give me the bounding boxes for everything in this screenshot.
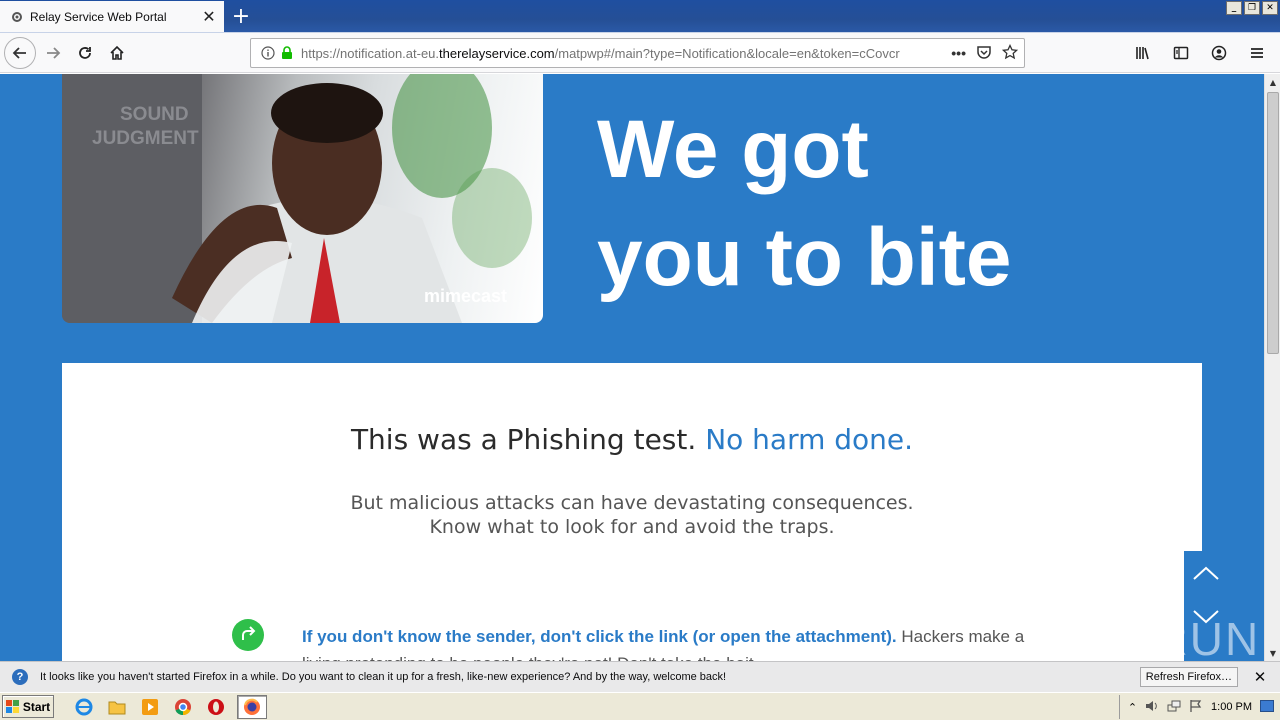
back-button[interactable]	[4, 37, 36, 69]
account-button[interactable]	[1204, 38, 1234, 68]
forward-arrow-tip-icon	[232, 619, 264, 651]
scrollbar-thumb[interactable]	[1267, 92, 1279, 354]
reload-button[interactable]	[70, 38, 100, 68]
refresh-firefox-button[interactable]: Refresh Firefox…	[1139, 667, 1238, 687]
anyrun-watermark: ANY RUN	[1040, 613, 1261, 661]
tray-expand-chevron-icon[interactable]: ⌃	[1128, 701, 1137, 714]
media-player-icon[interactable]	[138, 695, 162, 719]
hero-image-text: SOUND	[120, 104, 189, 125]
page-actions-ellipsis-icon[interactable]: •••	[951, 45, 966, 61]
bookmark-star-icon[interactable]	[1001, 43, 1019, 63]
subtitle-line-2: Know what to look for and avoid the trap…	[429, 516, 835, 538]
hero-image-text-2: JUDGMENT	[92, 128, 199, 149]
firefox-taskbar-button[interactable]	[237, 694, 267, 719]
window-controls: _ ❐ ✕	[1226, 1, 1278, 15]
opera-icon[interactable]	[204, 695, 228, 719]
system-tray: ⌃ 1:00 PM	[1118, 695, 1280, 719]
title-accent: No harm done.	[705, 423, 914, 456]
home-icon	[110, 45, 124, 60]
mimecast-logo: mimecast	[424, 286, 507, 306]
start-button[interactable]: Start	[2, 695, 54, 718]
back-arrow-icon	[12, 47, 26, 59]
firefox-icon	[244, 698, 260, 715]
start-label: Start	[22, 699, 51, 714]
restore-button[interactable]: ❐	[1244, 1, 1260, 15]
title-main: This was a Phishing test.	[350, 423, 697, 456]
page-viewport: SOUND JUDGMENT mimecast We got you to bi…	[0, 74, 1264, 661]
refresh-notification-bar: ? It looks like you haven't started Fire…	[0, 661, 1280, 692]
action-center-flag-icon[interactable]	[1189, 699, 1203, 716]
scrollbar-up-arrow-icon[interactable]: ▲	[1265, 74, 1280, 90]
window-close-button[interactable]: ✕	[1262, 1, 1278, 15]
subtitle-line-1: But malicious attacks can have devastati…	[350, 492, 914, 514]
tip-text: If you don't know the sender, don't clic…	[302, 623, 1032, 661]
tab-close-icon[interactable]: ✕	[198, 6, 220, 28]
page-title: This was a Phishing test. No harm done.	[62, 423, 1202, 456]
reload-icon	[79, 47, 91, 59]
page-subtitle: But malicious attacks can have devastati…	[62, 491, 1202, 539]
forward-button[interactable]	[38, 38, 68, 68]
ie-icon[interactable]	[72, 695, 96, 719]
info-icon[interactable]	[257, 46, 279, 60]
content-card: This was a Phishing test. No harm done. …	[62, 363, 1202, 661]
tab-strip: Relay Service Web Portal ✕ + _ ❐ ✕	[0, 0, 1280, 33]
sidebar-icon	[1173, 46, 1189, 60]
notification-close-icon[interactable]: ✕	[1250, 668, 1270, 686]
volume-icon[interactable]	[1145, 699, 1159, 716]
scroll-up-chevron-icon[interactable]	[1184, 551, 1228, 595]
hamburger-menu-icon	[1251, 48, 1263, 58]
scrollbar-down-arrow-icon[interactable]: ▼	[1265, 645, 1280, 661]
hero-headline: We got you to bite	[597, 96, 1012, 312]
network-icon[interactable]	[1167, 699, 1181, 716]
minimize-button[interactable]: _	[1226, 1, 1242, 15]
clock[interactable]: 1:00 PM	[1211, 701, 1252, 713]
tab-title: Relay Service Web Portal	[30, 10, 167, 24]
nav-toolbar: https://notification.at-eu.therelayservi…	[0, 33, 1280, 73]
quick-launch	[72, 694, 267, 719]
notification-message: It looks like you haven't started Firefo…	[40, 671, 727, 683]
windows-logo-icon	[5, 699, 19, 713]
url-text[interactable]: https://notification.at-eu.therelayservi…	[301, 46, 951, 61]
secure-lock-icon[interactable]	[279, 46, 295, 60]
headline-line-1: We got	[597, 104, 869, 195]
headline-line-2: you to bite	[597, 212, 1012, 303]
vertical-scrollbar[interactable]: ▲ ▼	[1264, 74, 1280, 661]
home-button[interactable]	[102, 38, 132, 68]
new-tab-plus-icon[interactable]: +	[228, 4, 254, 29]
chrome-icon[interactable]	[171, 695, 195, 719]
hero-photo: SOUND JUDGMENT mimecast	[62, 74, 543, 323]
tip-strong: If you don't know the sender, don't clic…	[302, 627, 897, 646]
pocket-icon[interactable]	[976, 44, 992, 63]
tab-relay-service[interactable]: Relay Service Web Portal ✕	[0, 1, 224, 33]
windows-taskbar: Start ⌃ 1:00 PM	[0, 692, 1280, 720]
menu-button[interactable]	[1242, 38, 1272, 68]
gear-favicon-icon	[10, 10, 24, 24]
library-icon	[1136, 47, 1149, 60]
sidebar-button[interactable]	[1166, 38, 1196, 68]
address-bar[interactable]: https://notification.at-eu.therelayservi…	[250, 38, 1025, 68]
show-desktop-icon[interactable]	[1260, 699, 1274, 715]
question-icon: ?	[12, 669, 28, 685]
explorer-folder-icon[interactable]	[105, 695, 129, 719]
account-icon	[1211, 45, 1227, 61]
forward-arrow-icon	[47, 47, 61, 59]
library-button[interactable]	[1128, 38, 1158, 68]
